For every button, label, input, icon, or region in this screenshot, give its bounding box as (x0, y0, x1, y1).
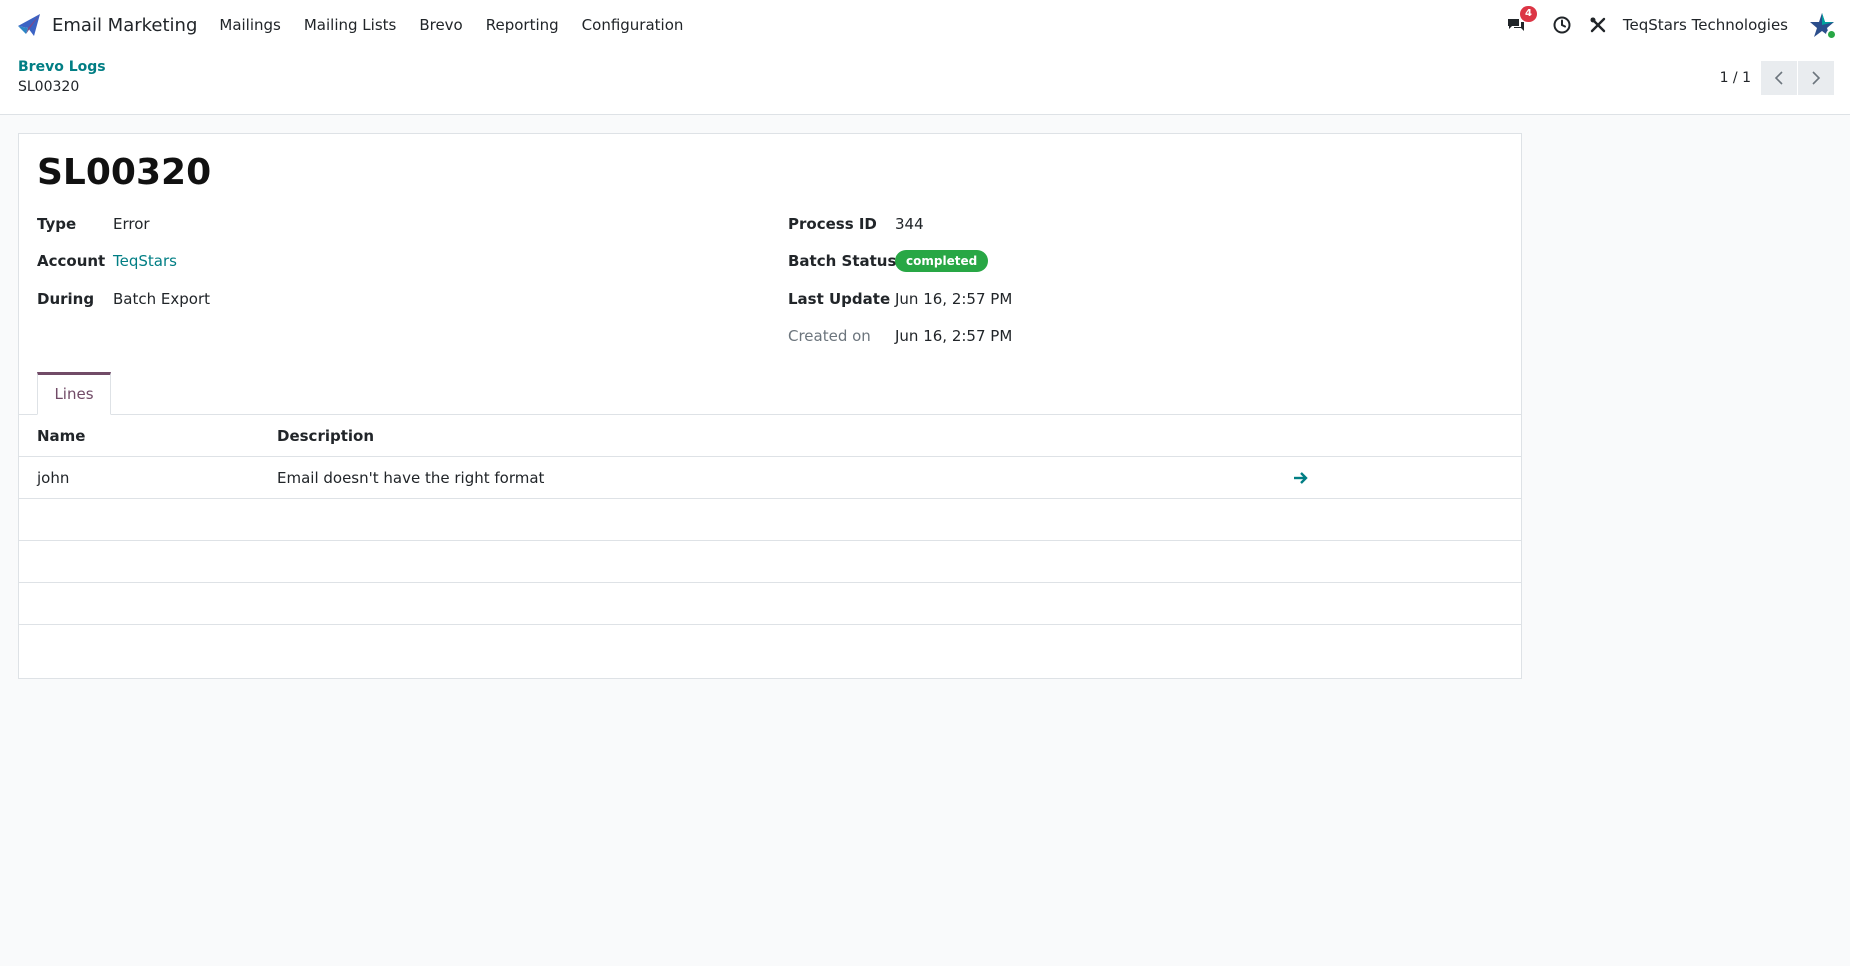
field-label-process-id: Process ID (788, 215, 877, 233)
field-label-account: Account (37, 252, 106, 270)
cell-name: john (37, 468, 70, 487)
menu-reporting[interactable]: Reporting (486, 16, 559, 34)
batch-status-badge: completed (895, 250, 989, 272)
menu-mailing-lists[interactable]: Mailing Lists (304, 16, 396, 34)
field-label-batch-status: Batch Status (788, 252, 897, 270)
table-row-empty (19, 625, 1521, 677)
chevron-right-icon (1812, 71, 1821, 85)
messages-count-badge: 4 (1519, 6, 1537, 22)
form-sheet: SL00320 Type Error Account TeqStars Duri… (18, 133, 1522, 679)
user-avatar[interactable] (1808, 11, 1837, 40)
column-header-description[interactable]: Description (277, 415, 374, 456)
breadcrumb-brevo-logs[interactable]: Brevo Logs (18, 59, 106, 75)
field-value-last-update: Jun 16, 2:57 PM (895, 290, 1013, 308)
control-panel: Brevo Logs SL00320 1 / 1 (0, 50, 1850, 115)
menu-mailings[interactable]: Mailings (219, 16, 280, 34)
field-label-during: During (37, 290, 95, 308)
field-value-during[interactable]: Batch Export (113, 290, 210, 308)
breadcrumb-current: SL00320 (18, 79, 80, 95)
cell-description: Email doesn't have the right format (277, 468, 545, 487)
menu-brevo[interactable]: Brevo (419, 16, 462, 34)
open-record-arrow-icon[interactable] (1289, 457, 1313, 498)
messages-icon[interactable]: 4 (1505, 6, 1537, 36)
field-value-process-id[interactable]: 344 (895, 215, 924, 233)
pager-value[interactable]: 1 / 1 (1720, 70, 1751, 86)
table-row-empty (19, 499, 1521, 541)
chevron-left-icon (1774, 71, 1783, 85)
field-value-created-on: Jun 16, 2:57 PM (895, 327, 1013, 345)
company-switcher[interactable]: TeqStars Technologies (1623, 16, 1788, 34)
menu-configuration[interactable]: Configuration (582, 16, 684, 34)
top-navbar: Email Marketing Mailings Mailing Lists B… (0, 0, 1850, 50)
field-label-type: Type (37, 215, 77, 233)
pager: 1 / 1 (1720, 61, 1834, 95)
table-row[interactable]: john Email doesn't have the right format (19, 457, 1521, 499)
pager-previous-button[interactable] (1761, 61, 1797, 95)
tab-lines[interactable]: Lines (37, 372, 111, 415)
column-header-name[interactable]: Name (37, 415, 85, 456)
debug-tools-icon[interactable] (1587, 14, 1609, 36)
table-row-empty (19, 541, 1521, 583)
field-label-last-update: Last Update (788, 290, 891, 308)
record-title: SL00320 (37, 152, 212, 193)
table-header-row: Name Description (19, 415, 1521, 457)
field-value-type[interactable]: Error (113, 215, 150, 233)
field-label-created-on: Created on (788, 327, 871, 345)
table-row-empty (19, 583, 1521, 625)
lines-table: Name Description john Email doesn't have… (19, 415, 1521, 677)
app-name[interactable]: Email Marketing (52, 15, 197, 36)
online-status-dot (1826, 29, 1837, 40)
pager-next-button[interactable] (1798, 61, 1834, 95)
activity-clock-icon[interactable] (1551, 14, 1573, 36)
field-value-account-link[interactable]: TeqStars (113, 252, 177, 270)
email-marketing-logo-icon[interactable] (16, 11, 44, 39)
navbar-systray: 4 TeqStars Technologies (1505, 0, 1837, 50)
